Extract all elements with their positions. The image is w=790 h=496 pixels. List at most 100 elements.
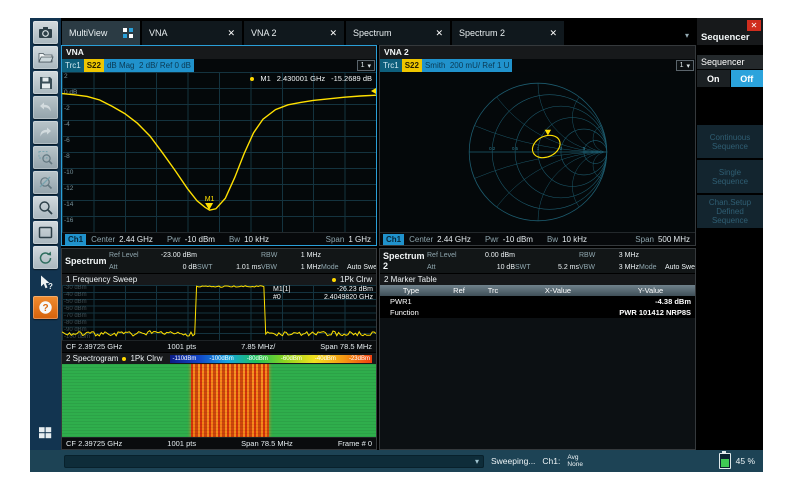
spectrum2-panel-title[interactable]: Spectrum 2 xyxy=(383,251,427,271)
spectrogram-title-bar[interactable]: 2 Spectrogram 1Pk Clrw -110dBm-100dBm-80… xyxy=(62,352,376,364)
swt-label: SWT xyxy=(515,264,539,271)
footer-field: Bw10 kHz xyxy=(547,235,587,244)
screenshot-page: ?? MultiViewVNA✕VNA 2✕Spectrum✕Spectrum … xyxy=(0,0,790,496)
ref-level-label: Ref Level xyxy=(427,252,465,259)
toolbar-windows-logo-button[interactable] xyxy=(33,421,58,444)
sequencer-on-off-toggle: On Off xyxy=(697,70,763,87)
channel-chip[interactable]: Ch1 xyxy=(383,234,404,245)
sweep-status-text: Sweeping... xyxy=(491,456,535,466)
footer-field: Frame # 0 xyxy=(338,439,372,448)
spacer xyxy=(194,59,356,72)
window-number: 1 xyxy=(361,62,365,69)
tab-vna-2[interactable]: VNA 2 ✕ xyxy=(244,21,344,45)
toolbar-camera-button[interactable] xyxy=(33,21,58,44)
window-number-dropdown[interactable]: 1 ▾ xyxy=(357,60,375,71)
channel-chip[interactable]: Ch1 xyxy=(65,234,86,245)
softkey-sidebar: Sequencer ✕ Sequencer On Off Continuous … xyxy=(697,18,763,450)
camera-icon xyxy=(37,24,54,41)
marker-table-header-cell: Type xyxy=(380,286,442,295)
sequencer-label: Sequencer xyxy=(697,55,763,70)
spectrogram-footer: CF 2.39725 GHz1001 ptsSpan 78.5 MHzFrame… xyxy=(62,437,376,449)
trace-settings-chip[interactable]: Smith 200 mU/ Ref 1 U xyxy=(422,59,512,72)
frequency-sweep-title-bar[interactable]: 1 Frequency Sweep 1Pk Clrw xyxy=(62,273,376,285)
window-number: 1 xyxy=(680,62,684,69)
tab-spectrum-2[interactable]: Spectrum 2✕ xyxy=(452,21,564,45)
vna-channel-bar: Ch1Center2.44 GHzPwr-10 dBmBw10 kHzSpan1… xyxy=(62,232,376,245)
marker-m1[interactable]: M1 xyxy=(205,196,215,210)
toolbar-help-button[interactable]: ? xyxy=(33,296,58,319)
panel-vna2: VNA 2 Trc1 S22 Smith 200 mU/ Ref 1 U 1 ▾… xyxy=(379,45,696,246)
ref-level-value: 0.00 dBm xyxy=(465,252,515,259)
message-area[interactable]: ▾ xyxy=(64,455,484,468)
spectrum-panel-title[interactable]: Spectrum xyxy=(65,256,109,266)
close-icon[interactable]: ✕ xyxy=(435,28,443,39)
toolbar-save-button[interactable] xyxy=(33,71,58,94)
tab-bar: MultiViewVNA✕VNA 2✕Spectrum✕Spectrum 2✕▾ xyxy=(61,18,697,45)
toolbar-redo-button[interactable] xyxy=(33,121,58,144)
svg-text:?: ? xyxy=(48,282,53,291)
chevron-down-icon: ▾ xyxy=(686,62,690,70)
s-parameter-chip[interactable]: S22 xyxy=(402,59,422,72)
softkey-continuous[interactable]: Continuous Sequence xyxy=(697,125,763,158)
chevron-down-icon: ▾ xyxy=(475,457,479,466)
vna2-trace-bar: Trc1 S22 Smith 200 mU/ Ref 1 U 1 ▾ xyxy=(380,59,695,72)
marker-name: M1 xyxy=(260,74,270,83)
trace-settings-chip[interactable]: dB Mag 2 dB/ Ref 0 dB xyxy=(104,59,194,72)
rbw-label: RBW xyxy=(579,252,605,259)
close-icon[interactable]: ✕ xyxy=(227,28,235,39)
close-icon[interactable]: ✕ xyxy=(329,28,337,39)
vna-graph: 20 dB-2-4-6-8-10-12-14-16 M1 2.430001 GH… xyxy=(62,72,376,232)
toolbar-open-file-button[interactable] xyxy=(33,46,58,69)
att-label: Att xyxy=(427,264,465,271)
trace-name-chip[interactable]: Trc1 xyxy=(380,59,402,72)
toolbar-refresh-button[interactable] xyxy=(33,246,58,269)
toolbar-undo-button[interactable] xyxy=(33,96,58,119)
marker-row: M1[1]-26.23 dBm xyxy=(273,286,373,294)
battery-status: 45 % xyxy=(719,453,755,469)
multiview-grid-icon xyxy=(123,28,133,38)
tab-overflow-icon[interactable]: ▾ xyxy=(685,31,697,45)
toolbar-zoom-area-button[interactable] xyxy=(33,146,58,169)
rbw-label: RBW xyxy=(261,252,287,259)
tab-spectrum[interactable]: Spectrum ✕ xyxy=(346,21,450,45)
battery-percentage: 45 % xyxy=(736,456,755,466)
vna-panel-title[interactable]: VNA xyxy=(62,46,376,59)
window-title: 2 Marker Table xyxy=(384,275,437,284)
footer-field: 1001 pts xyxy=(167,439,196,448)
marker-table-title-bar[interactable]: 2 Marker Table xyxy=(380,273,695,285)
marker-table-empty-area xyxy=(380,318,695,449)
panel-spectrum: Spectrum Ref Level -23.00 dBm RBW 1 MHz … xyxy=(61,248,377,450)
s-parameter-chip[interactable]: S22 xyxy=(84,59,104,72)
window-number-dropdown[interactable]: 1 ▾ xyxy=(676,60,694,71)
sequencer-on-button[interactable]: On xyxy=(697,70,730,87)
sequencer-off-button[interactable]: Off xyxy=(731,70,764,87)
toolbar: ?? xyxy=(30,18,61,450)
toolbar-zoom-button[interactable] xyxy=(33,196,58,219)
vna2-panel-title[interactable]: VNA 2 xyxy=(380,46,695,59)
toolbar-frame-button[interactable] xyxy=(33,221,58,244)
vna-trace-bar: Trc1 S22 dB Mag 2 dB/ Ref 0 dB 1 ▾ xyxy=(62,59,376,72)
softkey-single[interactable]: Single Sequence xyxy=(697,160,763,193)
tab-multiview[interactable]: MultiView xyxy=(62,21,140,45)
vbw-label: VBW xyxy=(261,264,287,271)
swt-label: SWT xyxy=(197,264,221,271)
marker-readout: M1 2.430001 GHz -15.2689 dB xyxy=(250,74,372,83)
marker-x-value: 2.430001 GHz xyxy=(277,74,325,83)
toolbar-zoom-off-button[interactable] xyxy=(33,171,58,194)
tab-label: VNA 2 xyxy=(251,28,277,38)
frequency-sweep-graph: -30 dBm-40 dBm-50 dBm-60 dBm-70 dBm-80 d… xyxy=(62,285,376,340)
rbw-value: 3 MHz xyxy=(605,252,639,259)
vna2-channel-bar: Ch1Center2.44 GHzPwr-10 dBmBw10 kHzSpan5… xyxy=(380,232,695,245)
tab-vna[interactable]: VNA✕ xyxy=(142,21,242,45)
toolbar-help-pointer-button[interactable]: ? xyxy=(33,271,58,294)
colorbar-label: -100dBm xyxy=(209,356,233,362)
svg-text:0.2: 0.2 xyxy=(489,146,496,151)
trace-name-chip[interactable]: Trc1 xyxy=(62,59,84,72)
zoom-icon xyxy=(37,199,54,216)
softkey-chan-setup[interactable]: Chan.Setup Defined Sequence xyxy=(697,195,763,228)
mode-label: Mode xyxy=(639,264,665,271)
close-icon[interactable]: ✕ xyxy=(747,20,761,31)
tab-label: Spectrum xyxy=(353,28,392,38)
mode-value: Auto Sweep xyxy=(347,264,377,271)
close-icon[interactable]: ✕ xyxy=(549,28,557,39)
